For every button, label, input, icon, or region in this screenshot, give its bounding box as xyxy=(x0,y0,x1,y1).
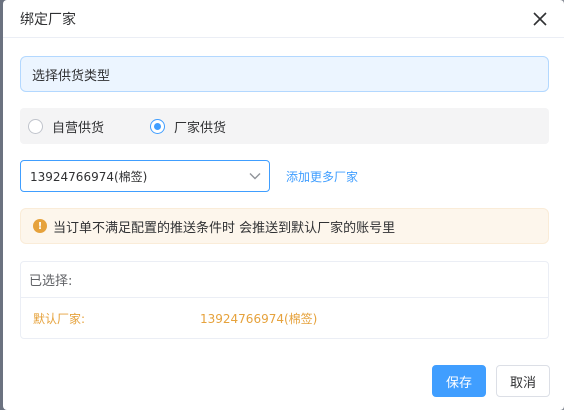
radio-circle-checked[interactable] xyxy=(150,118,166,134)
dialog-body: 选择供货类型 自营供货 厂家供货 13924766974(棉签) 添加更多厂家 … xyxy=(3,38,564,339)
close-button[interactable] xyxy=(530,9,550,29)
bind-manufacturer-dialog: 绑定厂家 选择供货类型 自营供货 厂家供货 13924766974(棉签) 添加… xyxy=(3,0,564,410)
radio-label: 自营供货 xyxy=(52,120,105,136)
supply-type-radio-group: 自营供货 厂家供货 xyxy=(20,108,549,144)
manufacturer-select[interactable]: 13924766974(棉签) xyxy=(20,160,270,192)
add-more-manufacturers-link[interactable]: 添加更多厂家 xyxy=(286,168,358,185)
radio-circle-unchecked[interactable] xyxy=(28,118,43,134)
manufacturer-select-row: 13924766974(棉签) 添加更多厂家 xyxy=(20,160,549,192)
exclamation-circle-icon: ! xyxy=(33,219,47,233)
default-manufacturer-label: 默认厂家: xyxy=(33,312,86,326)
radio-manufacturer-supply[interactable]: 厂家供货 xyxy=(150,117,226,136)
radio-self-supply[interactable]: 自营供货 xyxy=(28,117,104,136)
warning-alert: ! 当订单不满足配置的推送条件时 会推送到默认厂家的账号里 xyxy=(20,208,549,244)
radio-label: 厂家供货 xyxy=(174,120,227,136)
selected-panel: 已选择: 默认厂家: 13924766974(棉签) xyxy=(20,261,549,339)
default-manufacturer-value: 13924766974(棉签) xyxy=(200,312,318,326)
dialog-title: 绑定厂家 xyxy=(20,11,76,28)
supply-type-label: 选择供货类型 xyxy=(32,68,111,84)
save-button[interactable]: 保存 xyxy=(432,365,486,397)
supply-type-header: 选择供货类型 xyxy=(20,56,549,92)
chevron-down-icon xyxy=(249,173,261,180)
cancel-button[interactable]: 取消 xyxy=(496,365,550,397)
selected-row: 默认厂家: 13924766974(棉签) xyxy=(21,298,548,339)
dialog-header: 绑定厂家 xyxy=(3,0,564,38)
selected-heading: 已选择: xyxy=(21,262,548,298)
dialog-footer: 保存 取消 xyxy=(3,352,564,410)
manufacturer-select-value: 13924766974(棉签) xyxy=(30,169,148,184)
close-icon xyxy=(533,11,547,26)
warning-text: 当订单不满足配置的推送条件时 会推送到默认厂家的账号里 xyxy=(53,220,396,236)
